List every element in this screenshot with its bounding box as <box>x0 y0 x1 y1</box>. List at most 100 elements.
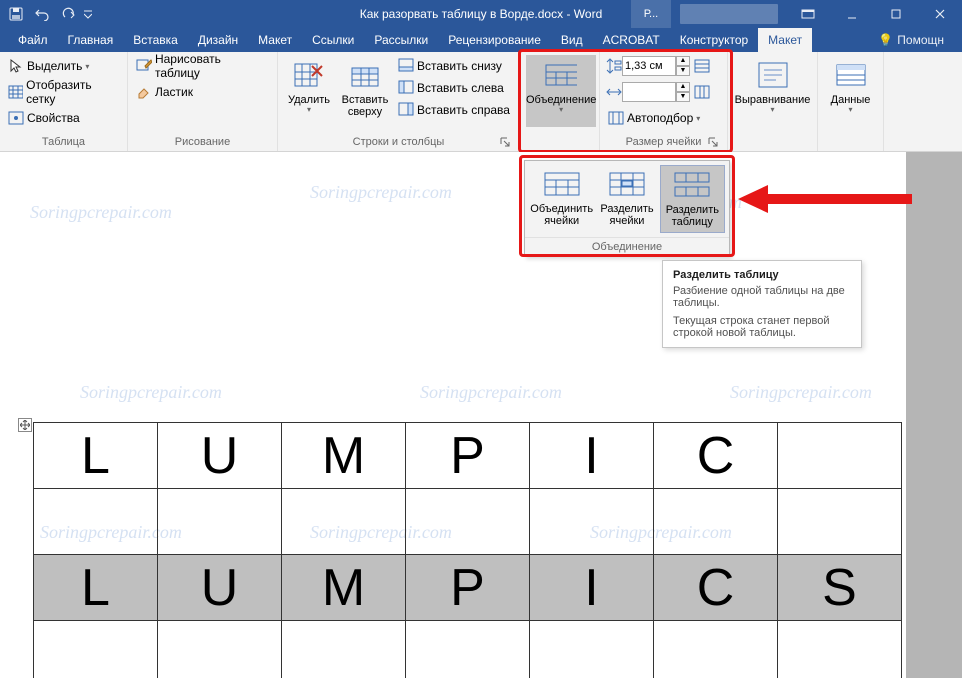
table-cell[interactable]: I <box>530 423 654 489</box>
alignment-icon <box>757 59 789 91</box>
table-cell[interactable]: L <box>34 423 158 489</box>
autofit-button[interactable]: Автоподбор ▾ <box>606 107 721 129</box>
split-table-button[interactable]: Разделить таблицу <box>660 165 725 233</box>
table-cell[interactable] <box>34 621 158 678</box>
tab-design[interactable]: Дизайн <box>188 28 248 52</box>
table-cell[interactable] <box>778 489 902 555</box>
tab-view[interactable]: Вид <box>551 28 593 52</box>
table-cell[interactable] <box>654 489 778 555</box>
table-cell[interactable] <box>530 621 654 678</box>
table-cell[interactable] <box>778 423 902 489</box>
table-row[interactable]: LUMPICS <box>34 555 902 621</box>
insert-left-label: Вставить слева <box>417 81 504 95</box>
table-cell[interactable]: M <box>282 423 406 489</box>
table-cell[interactable]: P <box>406 423 530 489</box>
tab-review[interactable]: Рецензирование <box>438 28 551 52</box>
properties-button[interactable]: Свойства <box>6 107 121 129</box>
insert-right-button[interactable]: Вставить справа <box>396 99 512 121</box>
tab-mailings[interactable]: Рассылки <box>364 28 438 52</box>
autofit-icon <box>608 110 624 126</box>
title-bar: Как разорвать таблицу в Ворде.docx - Wor… <box>0 0 962 28</box>
autofit-label: Автоподбор <box>627 111 693 125</box>
col-width-input[interactable] <box>622 82 676 102</box>
table-cell[interactable]: U <box>158 423 282 489</box>
tab-layout[interactable]: Макет <box>248 28 302 52</box>
insert-below-button[interactable]: Вставить снизу <box>396 55 512 77</box>
delete-button[interactable]: Удалить <box>284 55 334 127</box>
data-label: Данные <box>831 94 871 106</box>
gridlines-icon <box>8 84 23 100</box>
table-cell[interactable] <box>158 489 282 555</box>
select-button[interactable]: Выделить ▾ <box>6 55 121 77</box>
col-width-spinner[interactable]: ▲▼ <box>606 81 721 103</box>
row-height-input[interactable] <box>622 56 676 76</box>
minimize-button[interactable] <box>830 0 874 28</box>
maximize-button[interactable] <box>874 0 918 28</box>
spin-up[interactable]: ▲ <box>676 56 690 66</box>
distribute-rows-icon[interactable] <box>694 58 712 74</box>
spin-up-2[interactable]: ▲ <box>676 82 690 92</box>
insert-left-button[interactable]: Вставить слева <box>396 77 512 99</box>
eraser-button[interactable]: Ластик <box>134 81 271 103</box>
split-cells-button[interactable]: Разделить ячейки <box>594 165 659 233</box>
table-cell[interactable] <box>530 489 654 555</box>
table-cell[interactable] <box>158 621 282 678</box>
table-cell[interactable] <box>282 489 406 555</box>
table-cell[interactable] <box>34 489 158 555</box>
table-cell[interactable] <box>406 489 530 555</box>
watermark: Soringpcrepair.com <box>310 182 452 203</box>
tab-acrobat[interactable]: ACROBAT <box>593 28 670 52</box>
table-cell[interactable]: I <box>530 555 654 621</box>
merge-group-icon <box>545 59 577 91</box>
table-cell[interactable]: S <box>778 555 902 621</box>
table-move-handle[interactable] <box>18 418 32 432</box>
tab-table-layout[interactable]: Макет <box>758 28 812 52</box>
document-table[interactable]: LUMPICLUMPICSLUMPICS <box>33 422 902 678</box>
insert-left-icon <box>398 80 414 96</box>
alignment-button[interactable]: Выравнивание <box>734 55 811 127</box>
view-gridlines-button[interactable]: Отобразить сетку <box>6 81 121 103</box>
tab-file[interactable]: Файл <box>8 28 58 52</box>
tab-references[interactable]: Ссылки <box>302 28 364 52</box>
tab-home[interactable]: Главная <box>58 28 124 52</box>
user-account-area[interactable] <box>680 4 778 24</box>
insert-above-button[interactable]: Вставить сверху <box>340 55 390 127</box>
merge-dropdown-button[interactable]: Объединение <box>526 55 596 127</box>
redo-button[interactable] <box>56 2 80 26</box>
dialog-launcher-icon[interactable] <box>499 136 511 148</box>
table-cell[interactable]: L <box>34 555 158 621</box>
distribute-cols-icon[interactable] <box>694 84 712 100</box>
table-cell[interactable]: P <box>406 555 530 621</box>
row-height-spinner[interactable]: ▲▼ <box>606 55 721 77</box>
qat-customize-button[interactable] <box>82 2 94 26</box>
table-cell[interactable]: C <box>654 555 778 621</box>
title-pill[interactable]: Р... <box>631 0 671 28</box>
spin-down[interactable]: ▼ <box>676 66 690 76</box>
tab-table-design[interactable]: Конструктор <box>670 28 758 52</box>
table-cell[interactable] <box>282 621 406 678</box>
table-cell[interactable]: M <box>282 555 406 621</box>
undo-button[interactable] <box>30 2 54 26</box>
spin-down-2[interactable]: ▼ <box>676 92 690 102</box>
tell-me-button[interactable]: 💡 Помощн <box>868 28 954 52</box>
save-button[interactable] <box>4 2 28 26</box>
table-row[interactable]: LUMPIC <box>34 423 902 489</box>
data-button[interactable]: Данные <box>824 55 877 127</box>
table-cell[interactable] <box>654 621 778 678</box>
close-button[interactable] <box>918 0 962 28</box>
dialog-launcher-icon-2[interactable] <box>707 136 719 148</box>
merge-cells-icon <box>542 169 582 199</box>
insert-below-label: Вставить снизу <box>417 59 502 73</box>
watermark: Soringpcrepair.com <box>420 382 562 403</box>
table-row[interactable] <box>34 621 902 678</box>
document-canvas[interactable]: Soringpcrepair.com Soringpcrepair.com So… <box>0 152 962 678</box>
ribbon-options-button[interactable] <box>786 0 830 28</box>
tab-insert[interactable]: Вставка <box>123 28 188 52</box>
table-row[interactable] <box>34 489 902 555</box>
merge-cells-button[interactable]: Объединить ячейки <box>529 165 594 233</box>
table-cell[interactable] <box>406 621 530 678</box>
draw-table-button[interactable]: Нарисовать таблицу <box>134 55 271 77</box>
table-cell[interactable]: U <box>158 555 282 621</box>
table-cell[interactable] <box>778 621 902 678</box>
table-cell[interactable]: C <box>654 423 778 489</box>
